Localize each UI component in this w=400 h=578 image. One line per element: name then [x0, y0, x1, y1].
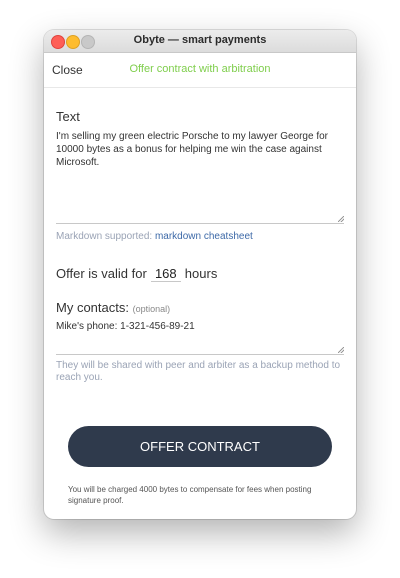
- hours-suffix: hours: [184, 266, 218, 281]
- contacts-field[interactable]: Mike's phone: 1-321-456-89-21: [56, 321, 344, 355]
- window-title: Obyte — smart payments: [133, 34, 267, 46]
- contacts-label: My contacts: (optional): [56, 300, 170, 315]
- markdown-hint-text: Markdown supported:: [56, 231, 153, 242]
- app-window: Obyte — smart payments Close Offer contr…: [44, 30, 356, 519]
- offer-prefix: Offer is valid for: [56, 266, 147, 281]
- markdown-hint: Markdown supported: markdown cheatsheet: [56, 231, 253, 242]
- offer-contract-button[interactable]: OFFER CONTRACT: [68, 426, 332, 467]
- markdown-cheatsheet-link[interactable]: markdown cheatsheet: [155, 231, 253, 242]
- resize-handle-icon[interactable]: [338, 216, 344, 222]
- resize-handle-icon[interactable]: [338, 347, 344, 353]
- contacts-value: Mike's phone: 1-321-456-89-21: [56, 321, 195, 332]
- page-title: Offer contract with arbitration: [129, 63, 271, 75]
- fee-note: You will be charged 4000 bytes to compen…: [68, 485, 312, 505]
- hours-input[interactable]: 168: [150, 266, 181, 282]
- contacts-hint: They will be shared with peer and arbite…: [56, 360, 341, 383]
- offer-validity-row: Offer is valid for 168 hours: [56, 266, 217, 282]
- optional-tag: (optional): [132, 304, 171, 314]
- contract-text-value: I'm selling my green electric Porsche to…: [56, 131, 329, 168]
- nav-bar: Close Offer contract with arbitration: [44, 53, 356, 88]
- text-label: Text: [56, 109, 80, 124]
- contacts-label-text: My contacts:: [56, 300, 129, 315]
- title-bar: Obyte — smart payments: [44, 30, 356, 53]
- contract-text-field[interactable]: I'm selling my green electric Porsche to…: [56, 130, 344, 224]
